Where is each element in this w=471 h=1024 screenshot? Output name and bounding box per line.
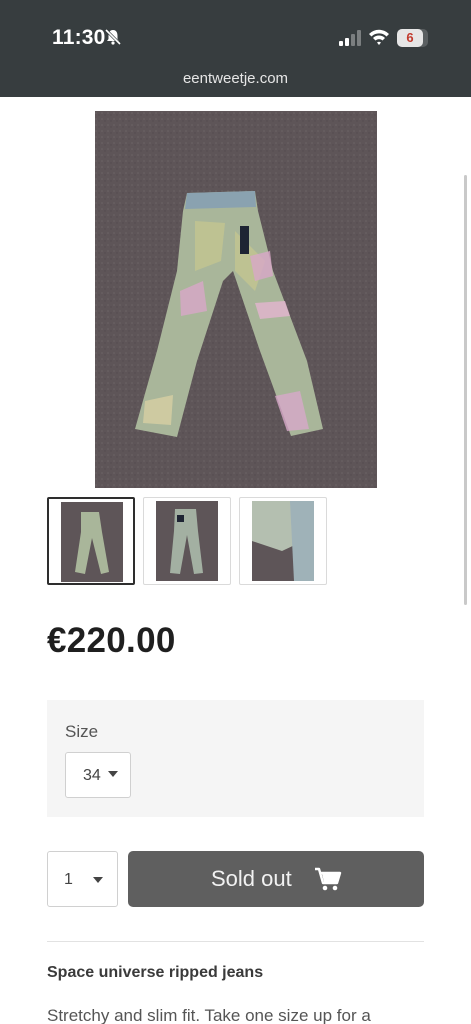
jeans-detail-photo-icon: [252, 501, 314, 581]
muted-bell-icon: [104, 28, 122, 46]
caret-down-icon: [108, 771, 118, 777]
caret-down-icon: [93, 877, 103, 883]
jeans-front-photo-icon: [61, 502, 123, 582]
thumbnail-3[interactable]: [239, 497, 327, 585]
size-options-panel: Size 34: [47, 700, 424, 817]
main-product-image[interactable]: [95, 111, 377, 488]
thumbnail-1[interactable]: [47, 497, 135, 585]
quantity-value: 1: [64, 871, 73, 888]
product-description: Stretchy and slim fit. Take one size up …: [47, 1006, 371, 1024]
sold-out-button[interactable]: Sold out: [128, 851, 424, 907]
page-scrollbar[interactable]: [464, 175, 467, 605]
status-time: 11:30: [52, 26, 106, 49]
battery-level: 6: [406, 30, 414, 45]
wifi-icon: [369, 29, 389, 45]
product-title: Space universe ripped jeans: [47, 964, 264, 981]
section-divider: [47, 941, 424, 942]
thumbnail-2[interactable]: [143, 497, 231, 585]
size-select[interactable]: 34: [65, 752, 131, 798]
product-price: €220.00: [47, 621, 176, 660]
browser-top-bar: 11:30 6 eentweetje.com: [0, 0, 471, 97]
sold-out-label: Sold out: [211, 866, 292, 891]
address-bar-url[interactable]: eentweetje.com: [0, 70, 471, 87]
cellular-signal-icon: [339, 30, 361, 46]
jeans-photo-icon: [95, 111, 377, 488]
jeans-back-photo-icon: [156, 501, 218, 581]
quantity-select[interactable]: 1: [47, 851, 118, 907]
battery-icon: 6: [397, 29, 428, 47]
cart-icon: [315, 867, 342, 891]
size-label: Size: [65, 722, 99, 741]
size-value: 34: [83, 767, 101, 784]
